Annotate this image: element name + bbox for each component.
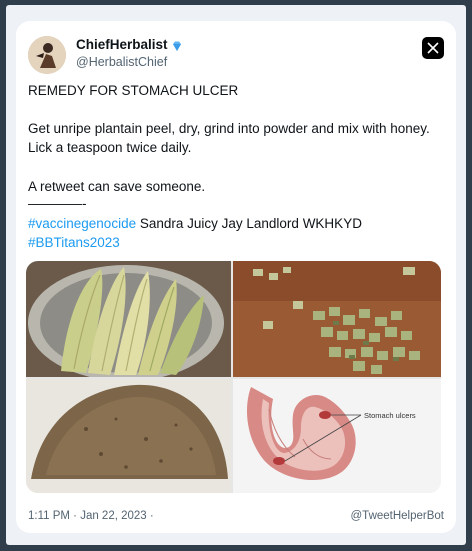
media-grid: Stomach ulcers — [26, 261, 441, 493]
chopped-peel-photo[interactable] — [233, 261, 441, 377]
tweet-tags-line-2: #BBTitans2023 — [28, 234, 120, 252]
stomach-ulcer-diagram[interactable]: Stomach ulcers — [233, 379, 441, 493]
tweet-line-1: Get unripe plantain peel, dry, grind int… — [28, 121, 430, 136]
tweet-tags-rest: Sandra Juicy Jay Landlord WKHKYD — [136, 216, 362, 231]
plantain-peel-photo[interactable] — [26, 261, 231, 377]
author-row: ChiefHerbalist — [76, 37, 183, 52]
avatar[interactable] — [28, 36, 66, 74]
peel-powder-photo[interactable] — [26, 379, 231, 493]
x-logo-icon[interactable] — [422, 37, 444, 59]
verified-badge-icon — [171, 39, 183, 51]
hashtag-link[interactable]: #BBTitans2023 — [28, 235, 120, 250]
tweet-line-3: A retweet can save someone. — [28, 179, 206, 194]
watermark: @TweetHelperBot — [350, 510, 445, 522]
tweet-line-2: Lick a teaspoon twice daily. — [28, 140, 192, 155]
tweet-heading: REMEDY FOR STOMACH ULCER — [28, 83, 239, 98]
timestamp[interactable]: 1:11 PM · Jan 22, 2023 · — [28, 510, 154, 522]
tweet-tags-line: #vaccinegenocide Sandra Juicy Jay Landlo… — [28, 215, 362, 233]
diagram-label: Stomach ulcers — [364, 411, 416, 420]
hashtag-link[interactable]: #vaccinegenocide — [28, 216, 136, 231]
handle[interactable]: @HerbalistChief — [76, 55, 167, 69]
display-name[interactable]: ChiefHerbalist — [76, 37, 168, 52]
tweet-card: ChiefHerbalist @HerbalistChief REMEDY FO… — [16, 21, 456, 533]
tweet-divider: ————- — [28, 196, 87, 211]
